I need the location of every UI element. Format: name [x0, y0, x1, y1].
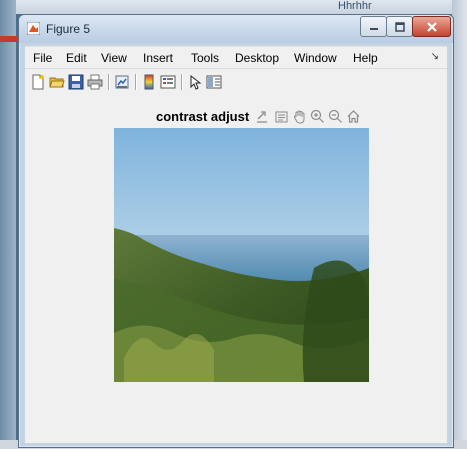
- brush-icon: [275, 111, 287, 122]
- menu-overflow-icon[interactable]: ↘: [431, 51, 439, 62]
- save-icon: [68, 74, 84, 90]
- pan-icon: [293, 109, 304, 124]
- menu-view[interactable]: View: [101, 51, 127, 65]
- maximize-button[interactable]: [386, 16, 413, 37]
- print-icon: [87, 74, 103, 90]
- show-plot-tools-button[interactable]: [205, 73, 223, 91]
- close-button[interactable]: [412, 16, 451, 37]
- background-partial-text: Hhrhhr: [338, 0, 372, 12]
- new-figure-icon: [32, 74, 44, 90]
- figure-toolbar: [25, 68, 447, 96]
- insert-colorbar-button[interactable]: [140, 73, 158, 91]
- edit-plot-icon: [190, 74, 202, 90]
- open-file-button[interactable]: [48, 73, 66, 91]
- zoom-out-button[interactable]: [326, 107, 344, 125]
- menu-edit[interactable]: Edit: [66, 51, 87, 65]
- save-button[interactable]: [67, 73, 85, 91]
- insert-legend-button[interactable]: [159, 73, 177, 91]
- brush-button[interactable]: [272, 107, 290, 125]
- close-icon: [426, 21, 437, 32]
- link-plot-button[interactable]: [113, 73, 131, 91]
- background-right-panel: [452, 0, 467, 449]
- home-icon: [347, 109, 359, 123]
- print-button[interactable]: [86, 73, 104, 91]
- show-plot-tools-icon: [206, 75, 222, 89]
- menu-file[interactable]: File: [33, 51, 52, 65]
- background-taskbar-strip: [0, 0, 467, 14]
- maximize-icon: [394, 21, 405, 32]
- export-button[interactable]: [253, 107, 271, 125]
- title-bar[interactable]: Figure 5: [19, 15, 453, 43]
- toolbar-separator: [135, 74, 136, 90]
- minimize-icon: [369, 27, 378, 30]
- menu-tools[interactable]: Tools: [191, 51, 219, 65]
- menu-bar: File Edit View Insert Tools Desktop Wind…: [25, 46, 447, 69]
- landscape-image: [114, 128, 369, 382]
- home-button[interactable]: [344, 107, 362, 125]
- insert-colorbar-icon: [144, 74, 154, 90]
- figure-window: Figure 5 File Edit View Insert Tools Des…: [18, 14, 454, 448]
- link-plot-icon: [115, 75, 129, 89]
- background-red-bar: [0, 36, 18, 42]
- export-icon: [256, 110, 267, 123]
- menu-window[interactable]: Window: [294, 51, 337, 65]
- minimize-button[interactable]: [360, 16, 387, 37]
- menu-insert[interactable]: Insert: [143, 51, 173, 65]
- zoom-in-icon: [310, 109, 324, 123]
- figure-canvas: contrast adjust: [25, 95, 447, 443]
- zoom-in-button[interactable]: [308, 107, 326, 125]
- new-figure-button[interactable]: [29, 73, 47, 91]
- toolbar-separator: [108, 74, 109, 90]
- pan-button[interactable]: [290, 107, 308, 125]
- axes-title: contrast adjust: [156, 109, 250, 124]
- toolbar-separator: [181, 74, 182, 90]
- edit-plot-button[interactable]: [186, 73, 204, 91]
- window-title: Figure 5: [46, 22, 91, 36]
- menu-desktop[interactable]: Desktop: [235, 51, 279, 65]
- open-file-icon: [49, 77, 65, 88]
- matlab-figure-icon: [27, 22, 40, 35]
- insert-legend-icon: [160, 75, 176, 89]
- background-left-panel: [0, 0, 16, 449]
- zoom-out-icon: [328, 109, 342, 123]
- menu-help[interactable]: Help: [353, 51, 378, 65]
